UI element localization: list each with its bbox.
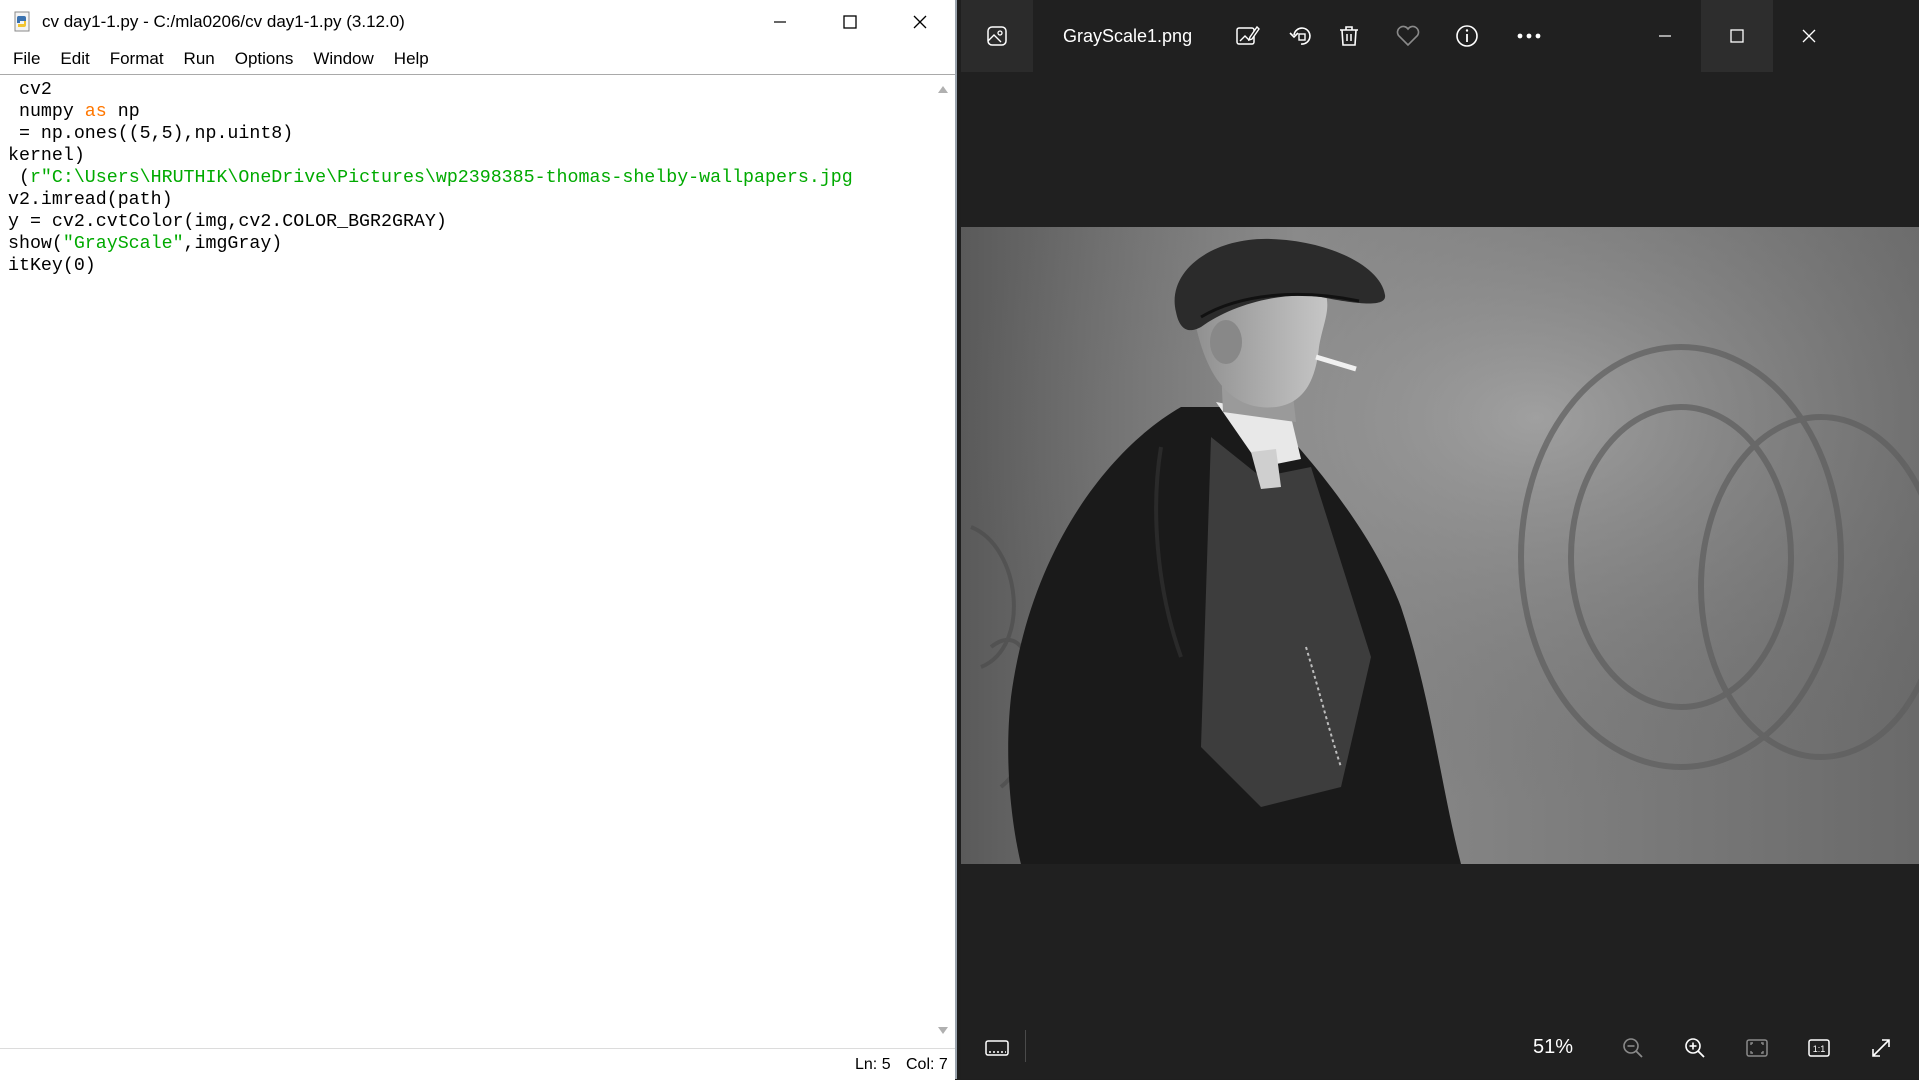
maximize-button[interactable] [815,0,885,44]
fit-window-icon [1746,1038,1768,1057]
close-icon [913,15,927,29]
zoom-in-icon [1685,1037,1705,1058]
more-icon [1517,33,1541,39]
minimize-icon [1659,35,1671,37]
bar-divider [1025,1030,1026,1062]
menu-bar: File Edit Format Run Options Window Help [0,44,955,75]
code-line[interactable]: numpy as np [8,101,930,123]
code-token: np [106,102,140,122]
photos-maximize-button[interactable] [1701,0,1773,72]
info-button[interactable] [1437,0,1497,72]
code-token: ( [8,168,30,188]
code-line[interactable]: (r"C:\Users\HRUTHIK\OneDrive\Pictures\wp… [8,167,930,189]
code-token: itKey(0) [8,256,96,276]
code-token: numpy [8,102,85,122]
code-editor[interactable]: cv2 numpy as np = np.ones((5,5),np.uint8… [0,75,930,1045]
actual-size-icon: 1:1 [1808,1038,1830,1057]
edit-image-icon [1236,25,1260,45]
zoom-in-button[interactable] [1669,1016,1721,1079]
photos-bottom-bar: 51% 1:1 [961,1016,1919,1079]
status-bar: Ln: 5 Col: 7 [0,1048,955,1080]
delete-icon [1340,26,1358,46]
svg-text:1:1: 1:1 [1813,1044,1826,1054]
code-token: v2.imread(path) [8,190,173,210]
code-line[interactable]: show("GrayScale",imgGray) [8,233,930,255]
maximize-icon [843,15,857,29]
minimize-button[interactable] [745,0,815,44]
code-line[interactable]: kernel) [8,145,930,167]
close-icon [1802,29,1816,43]
filmstrip-icon [985,1039,1009,1056]
menu-options[interactable]: Options [225,44,304,74]
window-title: cv day1-1.py - C:/mla0206/cv day1-1.py (… [42,12,405,31]
favorite-button[interactable] [1378,0,1438,72]
code-line[interactable]: itKey(0) [8,255,930,277]
grayscale-photo [961,227,1919,864]
zoom-out-button[interactable] [1607,1016,1659,1079]
actual-size-button[interactable]: 1:1 [1793,1016,1845,1079]
rotate-icon [1289,27,1311,45]
column-indicator: Col: 7 [906,1056,948,1073]
minimize-icon [774,21,786,23]
keyword-token: as [84,102,107,122]
scroll-down-arrow-icon[interactable] [936,1025,950,1037]
string-token: "GrayScale" [62,234,184,254]
code-text[interactable]: cv2 numpy as np = np.ones((5,5),np.uint8… [0,75,930,277]
fullscreen-expand-icon [1872,1038,1890,1057]
code-line[interactable]: = np.ones((5,5),np.uint8) [8,123,930,145]
edit-image-button[interactable] [1217,0,1277,72]
more-options-button[interactable] [1499,0,1559,72]
gallery-icon [987,26,1007,46]
code-line[interactable]: v2.imread(path) [8,189,930,211]
vertical-scrollbar[interactable] [932,75,954,1045]
scroll-up-arrow-icon[interactable] [936,83,950,95]
filmstrip-button[interactable] [971,1016,1023,1079]
info-icon [1456,25,1478,47]
zoom-level[interactable]: 51% [1533,1016,1573,1079]
close-button[interactable] [885,0,955,44]
code-token: = np.ones((5,5),np.uint8) [8,124,294,144]
code-line[interactable]: y = cv2.cvtColor(img,cv2.COLOR_BGR2GRAY) [8,211,930,233]
photos-minimize-button[interactable] [1629,0,1701,72]
menu-file[interactable]: File [3,44,50,74]
maximize-icon [1730,29,1744,43]
string-token: r"C:\Users\HRUTHIK\OneDrive\Pictures\wp2… [29,168,853,188]
menu-window[interactable]: Window [303,44,383,74]
idle-titlebar[interactable]: cv day1-1.py - C:/mla0206/cv day1-1.py (… [0,0,955,45]
idle-editor-window: cv day1-1.py - C:/mla0206/cv day1-1.py (… [0,0,957,1080]
favorite-heart-icon [1396,25,1420,47]
python-file-icon [14,11,30,32]
code-token: y = cv2.cvtColor(img,cv2.COLOR_BGR2GRAY) [8,212,447,232]
delete-button[interactable] [1319,0,1379,72]
menu-help[interactable]: Help [384,44,439,74]
gallery-button[interactable] [961,0,1033,72]
zoom-out-icon [1623,1037,1643,1058]
image-filename: GrayScale1.png [1063,26,1193,46]
line-indicator: Ln: 5 [855,1056,891,1073]
menu-edit[interactable]: Edit [50,44,99,74]
menu-run[interactable]: Run [174,44,225,74]
code-line[interactable]: cv2 [8,79,930,101]
code-token: kernel) [8,146,85,166]
photos-viewer-window: GrayScale1.png 51% 1:1 [961,0,1919,1079]
code-token: ,imgGray) [183,234,283,254]
photos-close-button[interactable] [1773,0,1845,72]
photos-titlebar[interactable]: GrayScale1.png [961,0,1919,72]
code-token: cv2 [8,80,52,100]
fullscreen-button[interactable] [1855,1016,1907,1079]
code-token: show( [8,234,63,254]
fit-to-window-button[interactable] [1731,1016,1783,1079]
menu-format[interactable]: Format [100,44,174,74]
